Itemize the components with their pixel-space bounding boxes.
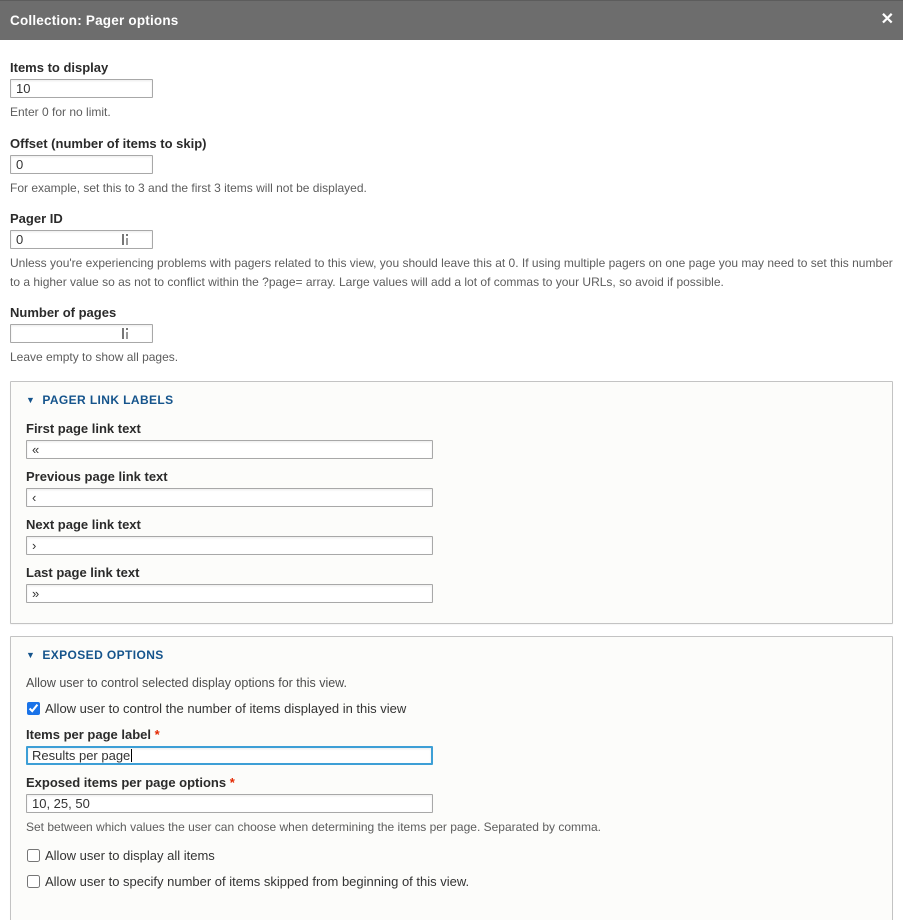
exposed-items-options-label-text: Exposed items per page options <box>26 775 226 790</box>
close-icon[interactable]: ✕ <box>881 9 894 31</box>
previous-page-link-input[interactable] <box>26 488 433 507</box>
skip-items-checkbox-row: Allow user to specify number of items sk… <box>26 874 877 889</box>
skip-items-checkbox[interactable] <box>27 875 40 888</box>
pager-id-description: Unless you're experiencing problems with… <box>10 254 893 291</box>
last-page-link-field: Last page link text <box>26 565 877 603</box>
last-page-link-label: Last page link text <box>26 565 877 580</box>
pager-id-input[interactable] <box>10 230 153 249</box>
required-asterisk: * <box>230 775 235 790</box>
dialog-header: Collection: Pager options ✕ <box>0 0 903 40</box>
previous-page-link-field: Previous page link text <box>26 469 877 507</box>
exposed-items-options-description: Set between which values the user can ch… <box>26 818 877 837</box>
display-all-checkbox[interactable] <box>27 849 40 862</box>
items-per-page-input-wrap <box>26 746 433 765</box>
pager-id-label: Pager ID <box>10 211 893 226</box>
collapse-arrow-icon: ▼ <box>26 395 35 405</box>
dialog-body: Items to display Enter 0 for no limit. O… <box>0 40 903 920</box>
number-spinner-icon <box>122 328 129 339</box>
offset-input[interactable] <box>10 155 153 174</box>
pager-id-input-wrap <box>10 230 153 249</box>
first-page-link-label: First page link text <box>26 421 877 436</box>
pager-link-labels-legend-text: PAGER LINK LABELS <box>42 393 173 407</box>
text-cursor <box>131 749 132 762</box>
dialog-title: Collection: Pager options <box>10 13 179 28</box>
items-to-display-input[interactable] <box>10 79 153 98</box>
skip-items-checkbox-label: Allow user to specify number of items sk… <box>45 874 469 889</box>
last-page-link-input[interactable] <box>26 584 433 603</box>
pager-link-labels-fieldset: ▼PAGER LINK LABELS First page link text … <box>10 381 893 624</box>
items-to-display-label: Items to display <box>10 60 893 75</box>
number-of-pages-field: Number of pages Leave empty to show all … <box>10 305 893 367</box>
items-to-display-description: Enter 0 for no limit. <box>10 103 893 122</box>
previous-page-link-label: Previous page link text <box>26 469 877 484</box>
exposed-options-legend[interactable]: ▼ EXPOSED OPTIONS <box>26 648 164 662</box>
offset-label: Offset (number of items to skip) <box>10 136 893 151</box>
items-to-display-field: Items to display Enter 0 for no limit. <box>10 60 893 122</box>
exposed-items-options-input[interactable] <box>26 794 433 813</box>
number-of-pages-description: Leave empty to show all pages. <box>10 348 893 367</box>
next-page-link-input[interactable] <box>26 536 433 555</box>
display-all-checkbox-row: Allow user to display all items <box>26 848 877 863</box>
exposed-items-options-field: Exposed items per page options * Set bet… <box>26 775 877 837</box>
items-per-page-label-text: Items per page label <box>26 727 151 742</box>
exposed-options-legend-text: EXPOSED OPTIONS <box>42 648 163 662</box>
pager-options-dialog: Collection: Pager options ✕ Items to dis… <box>0 0 903 920</box>
next-page-link-field: Next page link text <box>26 517 877 555</box>
exposed-options-summary: Allow user to control selected display o… <box>26 676 877 690</box>
exposed-options-fieldset: ▼ EXPOSED OPTIONS Allow user to control s… <box>10 636 893 920</box>
control-items-checkbox-label: Allow user to control the number of item… <box>45 701 406 716</box>
items-per-page-label-field: Items per page label * <box>26 727 877 765</box>
number-of-pages-input-wrap <box>10 324 153 343</box>
items-per-page-label-input[interactable] <box>26 746 433 765</box>
number-of-pages-input[interactable] <box>10 324 153 343</box>
required-asterisk: * <box>155 727 160 742</box>
display-all-checkbox-label: Allow user to display all items <box>45 848 215 863</box>
first-page-link-field: First page link text <box>26 421 877 459</box>
collapse-arrow-icon: ▼ <box>26 650 35 660</box>
number-spinner-icon <box>122 234 129 245</box>
next-page-link-label: Next page link text <box>26 517 877 532</box>
first-page-link-input[interactable] <box>26 440 433 459</box>
pager-id-field: Pager ID Unless you're experiencing prob… <box>10 211 893 291</box>
offset-field: Offset (number of items to skip) For exa… <box>10 136 893 198</box>
offset-description: For example, set this to 3 and the first… <box>10 179 893 198</box>
control-items-checkbox[interactable] <box>27 702 40 715</box>
control-items-checkbox-row: Allow user to control the number of item… <box>26 701 877 716</box>
pager-link-labels-legend[interactable]: ▼ PAGER LINK LABELS <box>26 393 174 407</box>
number-of-pages-label: Number of pages <box>10 305 893 320</box>
